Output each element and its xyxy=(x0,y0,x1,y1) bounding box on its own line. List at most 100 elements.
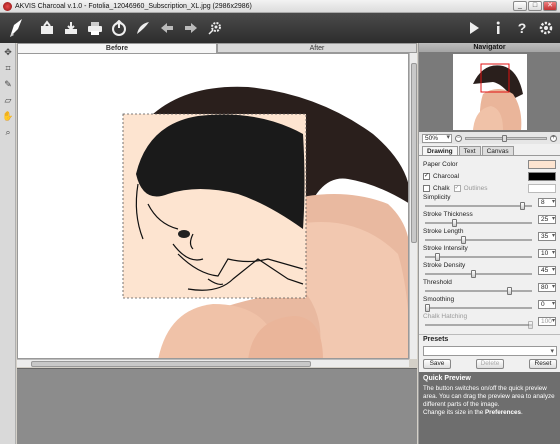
slider-track[interactable] xyxy=(425,290,532,292)
chalk-row: Chalk ✓ Outlines xyxy=(423,182,556,194)
slider-value-field[interactable]: 35 xyxy=(538,232,556,241)
horizontal-scrollbar[interactable] xyxy=(17,359,409,367)
logo-brush-icon xyxy=(3,15,29,41)
settings-panel: Navigator 50% − + Drawing Text Canvas Pa… xyxy=(418,43,560,444)
slider-label: Stroke Thickness xyxy=(423,211,473,218)
delete-preset-button[interactable]: Delete xyxy=(476,359,504,369)
tab-before[interactable]: Before xyxy=(17,43,217,53)
reset-preset-button[interactable]: Reset xyxy=(529,359,557,369)
slider-smoothing: Smoothing 0 xyxy=(423,296,556,313)
run-icon[interactable] xyxy=(464,18,484,38)
crop-icon[interactable]: ⌗ xyxy=(1,61,15,75)
slider-value-field[interactable]: 0 xyxy=(538,300,556,309)
help-icon[interactable]: ? xyxy=(512,18,532,38)
slider-label: Threshold xyxy=(423,279,452,286)
navigator-thumbnail[interactable] xyxy=(453,54,527,130)
main-toolbar: ? xyxy=(0,13,560,43)
navigator-header: Navigator xyxy=(419,43,560,52)
slider-value-field[interactable]: 10 xyxy=(538,249,556,258)
tab-after[interactable]: After xyxy=(217,43,417,53)
vertical-scroll-thumb[interactable] xyxy=(411,63,417,243)
chalk-color-swatch[interactable] xyxy=(528,183,556,193)
charcoal-checkbox[interactable]: ✓ xyxy=(423,172,430,180)
slider-stroke-thickness: Stroke Thickness 25 xyxy=(423,211,556,228)
slider-label: Chalk Hatching xyxy=(423,313,468,320)
tab-drawing[interactable]: Drawing xyxy=(422,146,458,155)
slider-knob[interactable] xyxy=(461,236,467,244)
zoom-in-icon[interactable]: + xyxy=(550,134,557,142)
minimize-button[interactable]: _ xyxy=(513,1,527,11)
slider-value-field[interactable]: 100 xyxy=(538,317,556,326)
slider-track[interactable] xyxy=(425,307,532,309)
view-tabs: Before After xyxy=(17,43,417,53)
maximize-button[interactable]: □ xyxy=(528,1,542,11)
slider-track[interactable] xyxy=(425,324,532,326)
paper-color-label: Paper Color xyxy=(423,160,458,168)
slider-value-field[interactable]: 25 xyxy=(538,215,556,224)
presets-dropdown[interactable] xyxy=(423,346,557,356)
slider-knob[interactable] xyxy=(435,253,441,261)
settings-gear-icon[interactable] xyxy=(205,18,225,38)
share-icon[interactable] xyxy=(109,18,129,38)
outlines-checkbox[interactable]: ✓ xyxy=(453,184,461,192)
slider-track[interactable] xyxy=(425,205,532,207)
open-icon[interactable] xyxy=(37,18,57,38)
charcoal-label: Charcoal xyxy=(433,172,460,180)
eraser-icon[interactable]: ▱ xyxy=(1,93,15,107)
slider-label: Stroke Density xyxy=(423,262,466,269)
slider-track[interactable] xyxy=(425,273,532,275)
zoom-dropdown[interactable]: 50% xyxy=(422,133,452,143)
slider-knob[interactable] xyxy=(471,270,477,278)
chalk-checkbox[interactable] xyxy=(423,184,430,192)
vertical-scrollbar[interactable] xyxy=(409,53,417,359)
zoom-slider[interactable] xyxy=(465,134,547,142)
redo-icon[interactable] xyxy=(181,18,201,38)
hand-icon[interactable]: ✋ xyxy=(1,109,15,123)
quick-preview-text-1: The button switches on/off the quick pre… xyxy=(423,385,555,408)
presets-buttons: Save Delete Reset xyxy=(423,359,557,369)
slider-track[interactable] xyxy=(425,256,532,258)
info-icon[interactable] xyxy=(488,18,508,38)
slider-track[interactable] xyxy=(425,222,532,224)
slider-value-field[interactable]: 45 xyxy=(538,266,556,275)
quick-preview-tool-icon[interactable]: ✥ xyxy=(1,45,15,59)
title-bar: AKVIS Charcoal v.1.0 - Fotolia_12046960_… xyxy=(0,0,560,13)
charcoal-color-swatch[interactable] xyxy=(528,171,556,181)
slider-knob[interactable] xyxy=(451,219,457,227)
parameter-tabs: Drawing Text Canvas xyxy=(419,146,560,156)
tab-canvas[interactable]: Canvas xyxy=(481,146,514,155)
quick-preview-text-2: Change its size in the xyxy=(423,409,485,416)
slider-list: Simplicity 8 Stroke Thickness 25 Stroke Leng… xyxy=(423,194,556,330)
horizontal-scroll-thumb[interactable] xyxy=(31,361,311,367)
export-icon[interactable] xyxy=(133,18,153,38)
navigator-area[interactable] xyxy=(419,52,560,132)
paper-color-swatch[interactable] xyxy=(528,159,556,169)
zoom-row: 50% − + xyxy=(419,132,560,144)
slider-knob[interactable] xyxy=(519,202,525,210)
slider-value-field[interactable]: 8 xyxy=(538,198,556,207)
close-button[interactable]: ✕ xyxy=(543,1,557,11)
slider-track[interactable] xyxy=(425,239,532,241)
slider-value-field[interactable]: 80 xyxy=(538,283,556,292)
image-canvas[interactable] xyxy=(17,53,409,359)
undo-icon[interactable] xyxy=(157,18,177,38)
preferences-icon[interactable] xyxy=(536,18,556,38)
slider-knob[interactable] xyxy=(507,287,513,295)
app-icon xyxy=(3,1,12,11)
tab-text[interactable]: Text xyxy=(458,146,481,155)
slider-threshold: Threshold 80 xyxy=(423,279,556,296)
outlines-label: Outlines xyxy=(463,184,488,192)
window-title: AKVIS Charcoal v.1.0 - Fotolia_12046960_… xyxy=(15,2,252,10)
slider-knob[interactable] xyxy=(528,321,533,329)
zoom-out-icon[interactable]: − xyxy=(455,134,462,142)
slider-stroke-density: Stroke Density 45 xyxy=(423,262,556,279)
quick-preview-help: Quick Preview The button switches on/off… xyxy=(419,372,560,444)
brush-icon[interactable]: ✎ xyxy=(1,77,15,91)
print-icon[interactable] xyxy=(85,18,105,38)
charcoal-row: ✓ Charcoal xyxy=(423,170,556,182)
save-preset-button[interactable]: Save xyxy=(423,359,451,369)
slider-knob[interactable] xyxy=(425,304,430,312)
zoom-slider-knob[interactable] xyxy=(502,134,507,142)
save-icon[interactable] xyxy=(61,18,81,38)
zoom-icon[interactable]: ⌕ xyxy=(1,125,15,139)
